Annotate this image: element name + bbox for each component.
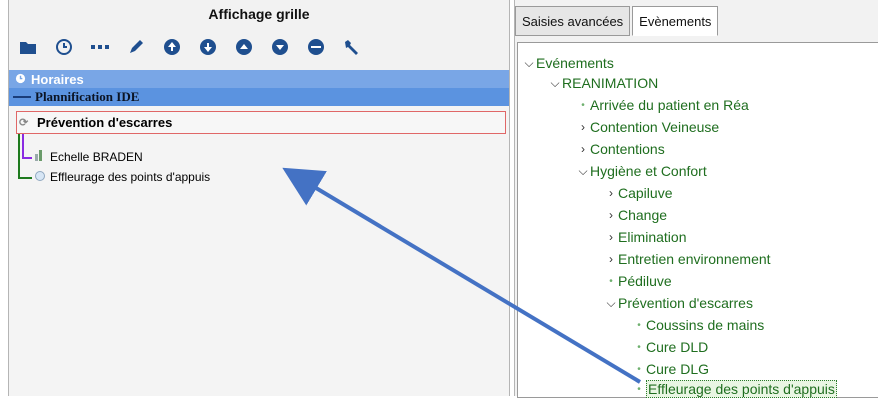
leaf-dot-icon: • — [637, 319, 641, 331]
tree-node-effleurage-selected[interactable]: • Effleurage des points d'appuis — [632, 379, 837, 399]
chevron-up-circle-icon[interactable] — [229, 32, 259, 62]
arrow-up-circle-icon[interactable] — [157, 32, 187, 62]
bubble-icon — [35, 170, 47, 184]
clock-icon[interactable] — [49, 32, 79, 62]
row-plannification-label: Plannification IDE — [35, 89, 140, 104]
tree-connector-green — [18, 134, 20, 178]
row-horaires[interactable]: Horaires — [9, 70, 509, 88]
chevron-right-icon[interactable]: › — [576, 120, 590, 134]
tree-node-hygiene-confort[interactable]: ⌵ Hygiène et Confort — [576, 161, 706, 181]
arrow-down-circle-icon[interactable] — [193, 32, 223, 62]
tree-node-contentions[interactable]: › Contentions — [576, 139, 665, 159]
refresh-icon: ⟳ — [19, 117, 29, 129]
tree-node-evenements[interactable]: ⌵ Evénements — [522, 53, 613, 73]
row-plannification[interactable]: Plannification IDE — [9, 88, 509, 106]
row-prevention-escarres[interactable]: ⟳ Prévention d'escarres — [16, 111, 506, 134]
tree-node-reanimation[interactable]: ⌵ REANIMATION — [548, 73, 658, 93]
bar-icon — [13, 96, 31, 98]
row-effleurage-label: Effleurage des points d'appuis — [50, 170, 211, 184]
tab-bar: Saisies avancées Evènements — [515, 6, 720, 36]
minus-circle-icon[interactable] — [301, 32, 331, 62]
tree-node-prevention-escarres[interactable]: ⌵ Prévention d'escarres — [604, 293, 753, 313]
grid-toolbar — [9, 30, 509, 64]
row-prevention-label: Prévention d'escarres — [37, 115, 173, 130]
tree-node-elimination[interactable]: › Elimination — [604, 227, 686, 247]
chevron-down-icon[interactable]: ⌵ — [522, 56, 536, 71]
tree-node-cure-dlg[interactable]: • Cure DLG — [632, 359, 709, 379]
grid-area: Horaires Plannification IDE ⟳ Prévention… — [9, 70, 509, 396]
grid-display-title: Affichage grille — [208, 6, 310, 22]
chevron-right-icon[interactable]: › — [604, 186, 618, 200]
leaf-dot-icon: • — [637, 363, 641, 375]
tree-node-arrivee[interactable]: • Arrivée du patient en Réa — [576, 95, 749, 115]
leaf-dot-icon: • — [609, 275, 613, 287]
events-tree: ⌵ Evénements ⌵ REANIMATION • Arrivée du pat… — [517, 42, 878, 398]
tree-node-cure-dld[interactable]: • Cure DLD — [632, 337, 708, 357]
tab-evenements[interactable]: Evènements — [632, 6, 719, 36]
row-horaires-label: Horaires — [31, 71, 84, 87]
chevron-down-circle-icon[interactable] — [265, 32, 295, 62]
clock-icon — [15, 72, 29, 87]
chevron-down-icon[interactable]: ⌵ — [604, 296, 618, 311]
chevron-right-icon[interactable]: › — [604, 252, 618, 266]
tree-node-contention-veineuse[interactable]: › Contention Veineuse — [576, 117, 719, 137]
tree-node-change[interactable]: › Change — [604, 205, 667, 225]
dashes-icon[interactable] — [85, 32, 115, 62]
tree-node-capiluve[interactable]: › Capiluve — [604, 183, 672, 203]
chevron-right-icon[interactable]: › — [604, 230, 618, 244]
row-echelle-label: Echelle BRADEN — [50, 150, 143, 164]
grid-display-panel: Affichage grille Horaires Plannification… — [8, 0, 510, 396]
tab-saisies-avancees[interactable]: Saisies avancées — [515, 6, 631, 36]
leaf-dot-icon: • — [581, 99, 585, 111]
bar-chart-icon — [35, 150, 47, 164]
events-panel: Saisies avancées Evènements ⌵ Evénements … — [514, 0, 878, 398]
row-effleurage[interactable]: Effleurage des points d'appuis — [35, 168, 515, 186]
tree-node-pediluve[interactable]: • Pédiluve — [604, 271, 671, 291]
leaf-dot-icon: • — [637, 383, 641, 395]
chevron-right-icon[interactable]: › — [604, 208, 618, 222]
folder-icon[interactable] — [13, 32, 43, 62]
leaf-dot-icon: • — [637, 341, 641, 353]
chevron-down-icon[interactable]: ⌵ — [576, 164, 590, 179]
wrench-icon[interactable] — [337, 32, 367, 62]
chevron-down-icon[interactable]: ⌵ — [548, 76, 562, 91]
tree-node-entretien[interactable]: › Entretien environnement — [604, 249, 771, 269]
row-echelle-braden[interactable]: Echelle BRADEN — [35, 148, 515, 166]
chevron-right-icon[interactable]: › — [576, 142, 590, 156]
tree-node-coussins[interactable]: • Coussins de mains — [632, 315, 764, 335]
tree-connector-purple — [22, 134, 24, 158]
tree-branch-purple — [22, 157, 32, 159]
pencil-icon[interactable] — [121, 32, 151, 62]
tree-branch-green — [18, 177, 32, 179]
